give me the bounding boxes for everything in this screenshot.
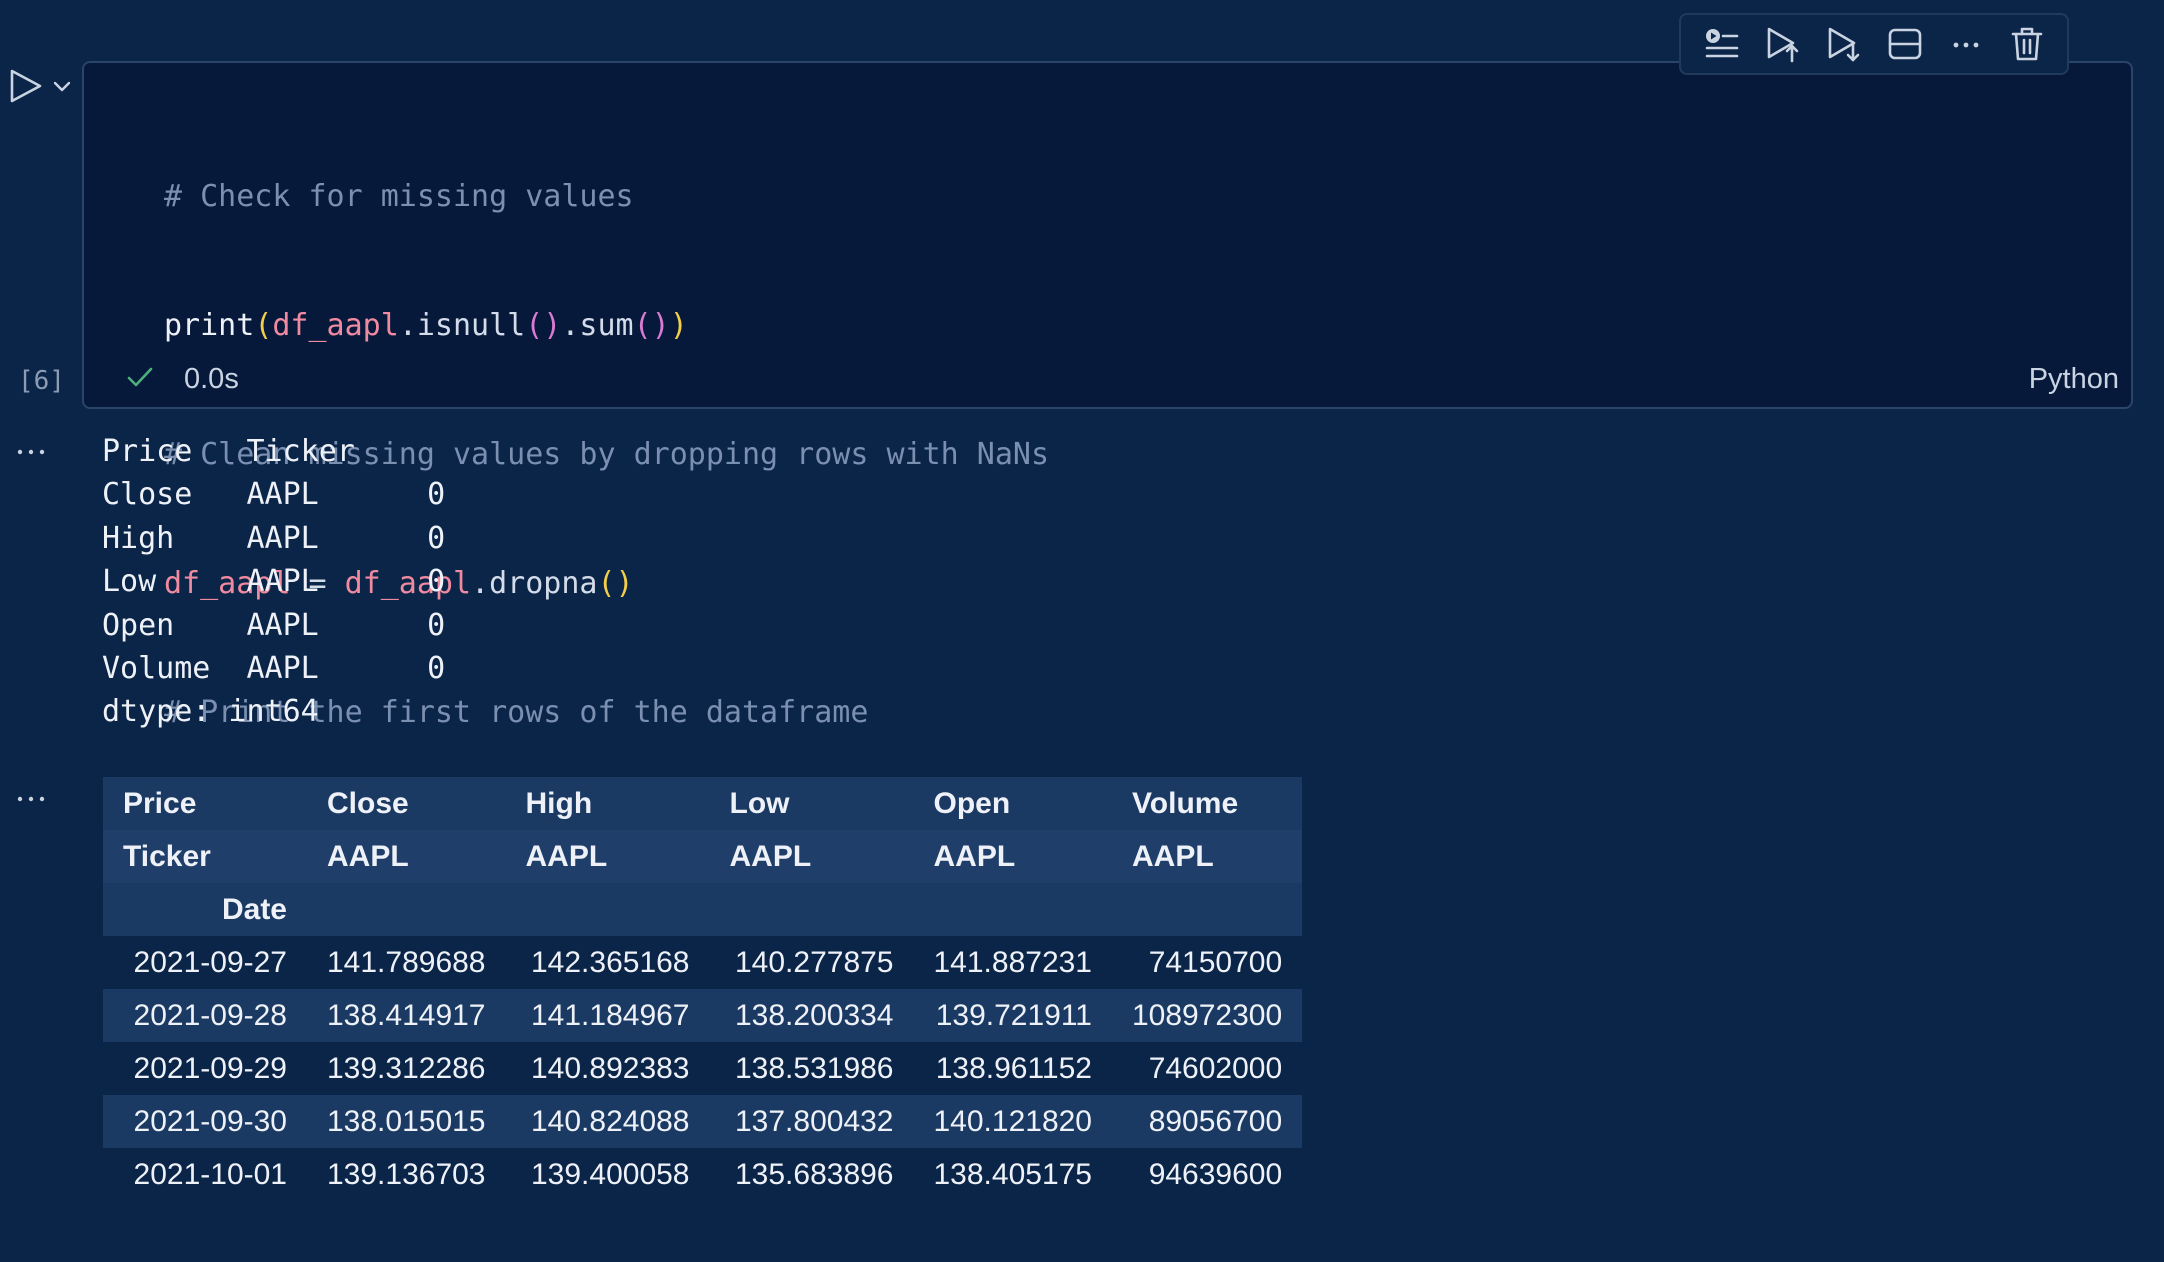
stdout-line: Close AAPL 0 xyxy=(102,477,446,513)
cell-toolbar xyxy=(1679,13,2069,75)
stdout-line: Volume AAPL 0 xyxy=(102,651,446,687)
table-cell: 140.277875 xyxy=(709,936,914,989)
split-cell-icon xyxy=(1888,28,1921,60)
index-name: Date xyxy=(103,883,307,936)
cell-language[interactable]: Python xyxy=(2029,363,2119,396)
index-cell: 2021-09-27 xyxy=(103,936,307,989)
table-cell: 138.015015 xyxy=(307,1095,506,1148)
index-cell: 2021-09-29 xyxy=(103,1042,307,1095)
execute-above-icon xyxy=(1767,27,1798,63)
split-cell-button[interactable] xyxy=(1881,20,1929,68)
header-cell: Ticker xyxy=(103,830,307,883)
header-cell: AAPL xyxy=(307,830,506,883)
delete-cell-button[interactable] xyxy=(2003,20,2051,68)
table-cell: 141.184967 xyxy=(505,989,710,1042)
index-cell: 2021-10-01 xyxy=(103,1148,307,1201)
table-cell: 139.400058 xyxy=(505,1148,710,1201)
table-cell: 139.721911 xyxy=(913,989,1112,1042)
stdout-line: Price Ticker xyxy=(102,434,355,469)
execution-time: 0.0s xyxy=(184,363,239,395)
table-cell: 74150700 xyxy=(1112,936,1303,989)
dataframe-table: Price Close High Low Open Volume Ticker … xyxy=(103,777,1303,1201)
run-by-line-button[interactable] xyxy=(1698,20,1746,68)
stdout-line: dtype: int64 xyxy=(102,694,319,730)
table-cell: 74602000 xyxy=(1112,1042,1303,1095)
table-cell: 138.405175 xyxy=(913,1148,1112,1201)
header-row-price: Price Close High Low Open Volume xyxy=(103,777,1303,830)
code-line-1: # Check for missing values xyxy=(164,179,634,214)
run-by-line-icon xyxy=(1705,29,1738,58)
header-cell: Low xyxy=(709,777,914,830)
stdout-output: Price Ticker Close AAPL 0 High AAPL 0 Low A… xyxy=(102,430,445,734)
index-cell: 2021-09-28 xyxy=(103,989,307,1042)
execute-above-button[interactable] xyxy=(1759,20,1807,68)
execute-below-icon xyxy=(1828,27,1859,62)
table-cell: 140.121820 xyxy=(913,1095,1112,1148)
table-row: 2021-09-29 139.312286 140.892383 138.531… xyxy=(103,1042,1303,1095)
header-cell: AAPL xyxy=(1112,830,1303,883)
header-cell: Close xyxy=(307,777,506,830)
table-cell: 141.887231 xyxy=(913,936,1112,989)
code-line-2: print(df_aapl.isnull().sum()) xyxy=(164,308,688,343)
header-cell: AAPL xyxy=(913,830,1112,883)
header-cell: Volume xyxy=(1112,777,1303,830)
table-cell: 135.683896 xyxy=(709,1148,914,1201)
execute-below-button[interactable] xyxy=(1820,20,1868,68)
table-row: 2021-09-30 138.015015 140.824088 137.800… xyxy=(103,1095,1303,1148)
table-cell: 140.892383 xyxy=(505,1042,710,1095)
table-cell: 139.136703 xyxy=(307,1148,506,1201)
table-cell: 89056700 xyxy=(1112,1095,1303,1148)
run-cell-icon[interactable] xyxy=(8,68,44,104)
table-cell: 140.824088 xyxy=(505,1095,710,1148)
output-more-icon[interactable] xyxy=(14,442,48,462)
table-cell: 139.312286 xyxy=(307,1042,506,1095)
table-cell: 138.200334 xyxy=(709,989,914,1042)
header-row-ticker: Ticker AAPL AAPL AAPL AAPL AAPL xyxy=(103,830,1303,883)
success-check-icon xyxy=(127,367,153,387)
table-cell: 94639600 xyxy=(1112,1148,1303,1201)
table-cell: 138.531986 xyxy=(709,1042,914,1095)
table-row: 2021-09-28 138.414917 141.184967 138.200… xyxy=(103,989,1303,1042)
output-more-icon[interactable] xyxy=(14,789,48,809)
table-row: 2021-10-01 139.136703 139.400058 135.683… xyxy=(103,1148,1303,1201)
stdout-line: High AAPL 0 xyxy=(102,520,446,556)
code-cell[interactable]: # Check for missing values print(df_aapl… xyxy=(82,61,2133,859)
header-row-index: Date xyxy=(103,883,1303,936)
header-cell: AAPL xyxy=(709,830,914,883)
table-row: 2021-09-27 141.789688 142.365168 140.277… xyxy=(103,936,1303,989)
more-actions-icon xyxy=(1953,42,1978,48)
table-cell: 138.961152 xyxy=(913,1042,1112,1095)
header-cell: High xyxy=(505,777,710,830)
index-cell: 2021-09-30 xyxy=(103,1095,307,1148)
table-cell: 138.414917 xyxy=(307,989,506,1042)
table-cell: 108972300 xyxy=(1112,989,1303,1042)
table-cell: 142.365168 xyxy=(505,936,710,989)
header-cell: AAPL xyxy=(505,830,710,883)
table-cell: 141.789688 xyxy=(307,936,506,989)
delete-cell-icon xyxy=(2011,27,2042,61)
more-actions-button[interactable] xyxy=(1942,20,1990,68)
stdout-line: Low AAPL 0 xyxy=(102,564,446,600)
table-cell: 137.800432 xyxy=(709,1095,914,1148)
execution-count: [6] xyxy=(18,366,65,396)
header-cell: Open xyxy=(913,777,1112,830)
chevron-down-icon[interactable] xyxy=(50,74,74,98)
header-cell: Price xyxy=(103,777,307,830)
stdout-line: Open AAPL 0 xyxy=(102,607,446,643)
